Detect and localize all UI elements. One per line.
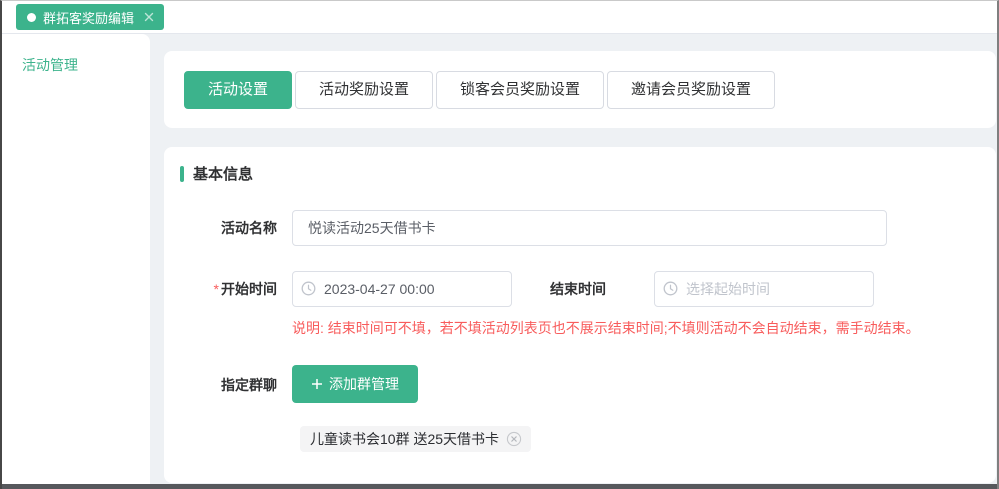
main-content: 活动设置 活动奖励设置 锁客会员奖励设置 邀请会员奖励设置 基本信息 活动名称	[150, 34, 997, 484]
sidebar-item-label: 活动管理	[22, 57, 78, 73]
page-body: 活动管理 活动设置 活动奖励设置 锁客会员奖励设置 邀请会员奖励设置 基本信息	[2, 34, 997, 484]
start-time-picker	[292, 271, 512, 307]
activity-name-row: 活动名称	[180, 210, 980, 246]
tab-activity-reward-settings[interactable]: 活动奖励设置	[295, 71, 433, 109]
group-tag: 儿童读书会10群 送25天借书卡	[300, 426, 531, 452]
end-time-input[interactable]	[654, 271, 874, 307]
tab-invite-member-reward-settings[interactable]: 邀请会员奖励设置	[607, 71, 775, 109]
start-time-input[interactable]	[292, 271, 512, 307]
app-window: 群拓客奖励编辑 活动管理 活动设置 活动奖励设置 锁客会员奖励设置 邀请会员奖励…	[0, 0, 999, 489]
tabs-card: 活动设置 活动奖励设置 锁客会员奖励设置 邀请会员奖励设置	[164, 51, 996, 128]
page-tab-active[interactable]: 群拓客奖励编辑	[16, 4, 164, 30]
activity-name-label: 活动名称	[180, 218, 292, 238]
group-chat-row: 指定群聊 添加群管理	[180, 365, 980, 403]
group-tag-row: 儿童读书会10群 送25天借书卡	[180, 426, 980, 452]
tab-activity-settings[interactable]: 活动设置	[184, 71, 292, 109]
end-time-picker	[654, 271, 874, 307]
time-row: *开始时间 结束时间	[180, 271, 980, 307]
window-bottom-edge	[2, 484, 997, 489]
group-tag-text: 儿童读书会10群 送25天借书卡	[310, 429, 499, 449]
add-group-button-label: 添加群管理	[329, 374, 399, 394]
basic-info-card: 基本信息 活动名称 *开始时间 结束时间	[164, 147, 996, 483]
end-time-label: 结束时间	[550, 279, 606, 299]
group-chat-label: 指定群聊	[180, 365, 292, 395]
remove-tag-icon[interactable]	[506, 431, 522, 447]
settings-tabs: 活动设置 活动奖励设置 锁客会员奖励设置 邀请会员奖励设置	[184, 71, 996, 109]
clock-icon	[663, 281, 678, 301]
note-row: 说明: 结束时间可不填，若不填活动列表页也不展示结束时间;不填则活动不会自动结束…	[180, 318, 980, 338]
required-asterisk: *	[214, 281, 219, 297]
add-group-button[interactable]: 添加群管理	[292, 365, 418, 403]
start-time-label-text: 开始时间	[221, 281, 277, 297]
section-header: 基本信息	[180, 161, 980, 184]
activity-name-input[interactable]	[292, 210, 887, 246]
section-title: 基本信息	[193, 163, 253, 184]
start-time-label: *开始时间	[180, 279, 292, 299]
page-tab-label: 群拓客奖励编辑	[43, 8, 134, 27]
end-time-note: 说明: 结束时间可不填，若不填活动列表页也不展示结束时间;不填则活动不会自动结束…	[292, 320, 920, 336]
sidebar-item-activity-management[interactable]: 活动管理	[22, 55, 150, 75]
clock-icon	[301, 281, 316, 301]
sidebar: 活动管理	[2, 34, 150, 484]
plus-icon	[311, 378, 323, 390]
active-dot-icon	[27, 13, 36, 22]
section-accent-bar	[180, 166, 184, 182]
page-tab-bar: 群拓客奖励编辑	[2, 1, 997, 34]
tab-locked-member-reward-settings[interactable]: 锁客会员奖励设置	[436, 71, 604, 109]
close-icon[interactable]	[144, 12, 154, 22]
